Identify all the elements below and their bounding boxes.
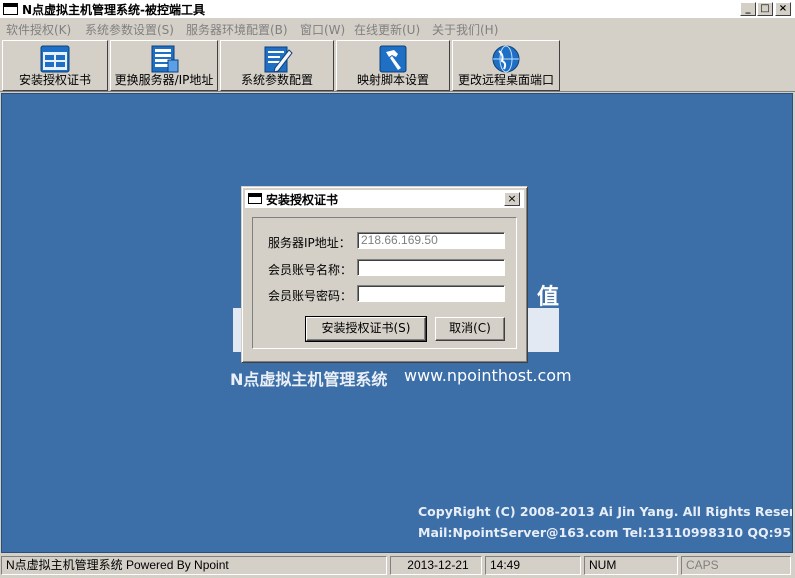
status-date: 2013-12-21 (390, 556, 482, 575)
close-button[interactable]: × (775, 2, 791, 16)
account-name-label: 会员账号名称： (268, 263, 353, 277)
window-form-icon (40, 45, 70, 73)
contact-text: Mail:NpointServer@163.com Tel:1311099831… (418, 525, 793, 540)
install-license-dialog: 安装授权证书 × 服务器IP地址： 218.66.169.50 会员账号名称： … (241, 186, 528, 363)
menu-server-env[interactable]: 服务器环境配置(B) (186, 21, 288, 38)
account-password-label: 会员账号密码： (268, 289, 353, 303)
dialog-title: 安装授权证书 (266, 193, 339, 207)
change-server-toolbar-button[interactable]: 更换服务器/IP地址 (110, 40, 218, 91)
menu-system-settings[interactable]: 系统参数设置(S) (85, 21, 174, 38)
dialog-title-bar: 安装授权证书 × (245, 190, 524, 208)
toolbar-label: 更改远程桌面端口 (457, 73, 554, 87)
status-bar: N点虚拟主机管理系统 Powered By Npoint 2013-12-21 … (0, 555, 795, 578)
account-password-input[interactable] (357, 285, 505, 302)
menu-license[interactable]: 软件授权(K) (6, 21, 71, 38)
install-license-button[interactable]: 安装授权证书(S) (305, 316, 427, 342)
system-config-toolbar-button[interactable]: 系统参数配置 (220, 40, 334, 91)
dialog-window-icon (248, 193, 262, 204)
maximize-button[interactable]: □ (757, 2, 773, 16)
dialog-close-button[interactable]: × (504, 192, 520, 206)
server-list-icon (151, 45, 179, 73)
brand-name: N点虚拟主机管理系统 (230, 370, 388, 389)
globe-network-icon (492, 45, 520, 73)
server-ip-label: 服务器IP地址： (268, 236, 351, 250)
brand-url: www.npointhost.com (404, 366, 572, 385)
cancel-button[interactable]: 取消(C) (435, 317, 505, 341)
dialog-form-group: 服务器IP地址： 218.66.169.50 会员账号名称： 会员账号密码： 安… (252, 217, 517, 349)
account-name-input[interactable] (357, 259, 505, 276)
window-title: N点虚拟主机管理系统-被控端工具 (22, 3, 206, 17)
status-caps-lock: CAPS (681, 556, 791, 575)
status-num-lock: NUM (584, 556, 678, 575)
menu-bar: 软件授权(K) 系统参数设置(S) 服务器环境配置(B) 窗口(W) 在线更新(… (0, 19, 795, 38)
hammer-icon (379, 45, 407, 73)
title-bar: N点虚拟主机管理系统-被控端工具 _ □ × (0, 0, 795, 19)
brand-partial-text: 值 (537, 285, 560, 310)
toolbar: 安装授权证书 更换服务器/IP地址 系统参数配置 映射脚本设置 更改远程桌面端口 (0, 38, 795, 92)
install-license-toolbar-button[interactable]: 安装授权证书 (2, 40, 108, 91)
status-time: 14:49 (485, 556, 581, 575)
toolbar-label: 映射脚本设置 (356, 73, 429, 87)
status-app-name: N点虚拟主机管理系统 Powered By Npoint (1, 556, 387, 575)
minimize-button[interactable]: _ (740, 2, 756, 16)
menu-online-update[interactable]: 在线更新(U) (354, 21, 420, 38)
copyright-text: CopyRight (C) 2008-2013 Ai Jin Yang. All… (418, 504, 793, 519)
toolbar-label: 系统参数配置 (240, 73, 313, 87)
server-ip-input[interactable]: 218.66.169.50 (357, 232, 505, 249)
menu-window[interactable]: 窗口(W) (300, 21, 345, 38)
remote-desktop-port-toolbar-button[interactable]: 更改远程桌面端口 (452, 40, 560, 91)
toolbar-label: 安装授权证书 (18, 73, 91, 87)
edit-document-icon (264, 46, 293, 73)
menu-about[interactable]: 关于我们(H) (432, 21, 498, 38)
app-window-icon[interactable] (3, 3, 18, 15)
toolbar-label: 更换服务器/IP地址 (114, 73, 214, 87)
mapping-script-toolbar-button[interactable]: 映射脚本设置 (336, 40, 450, 91)
